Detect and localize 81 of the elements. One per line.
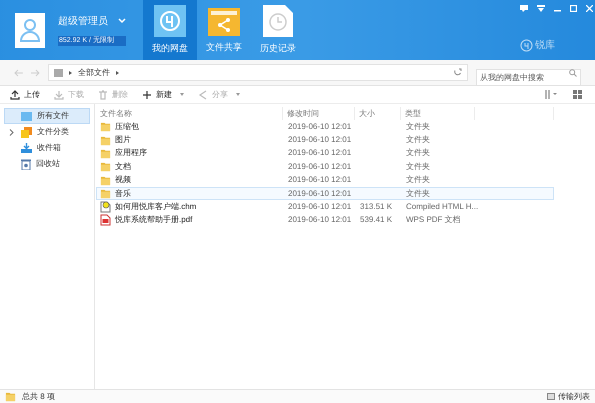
modified-time: 2019-06-10 12:01 xyxy=(287,214,352,226)
sort-icon[interactable] xyxy=(544,90,558,99)
file-name: 文档 xyxy=(115,160,131,173)
file-row[interactable]: 应用程序 2019-06-10 12:01 文件夹 xyxy=(96,146,554,160)
modified-time: 2019-06-10 12:01 xyxy=(287,188,352,200)
file-name: 视频 xyxy=(115,174,131,186)
avatar-icon xyxy=(15,12,45,48)
caret-icon xyxy=(116,70,119,74)
file-name: 图片 xyxy=(115,134,131,146)
file-row[interactable]: 视频 2019-06-10 12:01 文件夹 xyxy=(96,174,554,187)
pdf-file-icon xyxy=(100,214,111,226)
list-icon xyxy=(547,393,555,400)
caret-icon xyxy=(236,93,240,96)
download-icon xyxy=(54,90,64,100)
caret-icon xyxy=(180,93,184,96)
file-type: 文件夹 xyxy=(405,134,431,146)
transfer-list-button[interactable]: 传输列表 xyxy=(547,390,590,402)
cubes-icon xyxy=(21,126,32,138)
file-type: 文件夹 xyxy=(405,120,431,133)
modified-time: 2019-06-10 12:01 xyxy=(287,120,352,133)
modified-time: 2019-06-10 12:01 xyxy=(287,201,352,214)
trash-icon xyxy=(98,90,108,100)
maximize-icon[interactable] xyxy=(570,5,577,12)
recycle-bin-icon xyxy=(21,158,31,170)
file-name: 应用程序 xyxy=(115,147,147,160)
sidebar-item[interactable]: 收件箱 xyxy=(4,140,90,156)
file-size: 539.41 K xyxy=(360,215,392,224)
file-size: 313.51 K xyxy=(360,202,392,212)
file-type: Compiled HTML H... xyxy=(405,201,476,214)
sidebar-item[interactable]: 回收站 xyxy=(4,156,90,172)
file-name: 音乐 xyxy=(115,188,131,200)
column-header[interactable]: 大小 xyxy=(359,108,375,120)
search-field[interactable]: 从我的网盘中搜索 xyxy=(476,69,581,86)
sidebar-item[interactable]: 文件分类 xyxy=(4,124,90,140)
plus-icon xyxy=(142,90,152,100)
refresh-icon[interactable] xyxy=(452,68,462,77)
file-name: 如何用悦库客户端.chm xyxy=(115,201,196,214)
clock-document-icon xyxy=(263,4,293,37)
toolbar-button[interactable]: 上传 xyxy=(10,88,40,100)
search-icon xyxy=(568,68,577,76)
modified-time: 2019-06-10 12:01 xyxy=(287,174,352,186)
grid-view-icon[interactable] xyxy=(573,90,582,99)
file-type: 文件夹 xyxy=(405,160,431,173)
file-row[interactable]: 图片 2019-06-10 12:01 文件夹 xyxy=(96,133,554,147)
file-row[interactable]: 文档 2019-06-10 12:01 文件夹 xyxy=(96,160,554,174)
inbox-icon xyxy=(21,143,32,153)
upload-icon xyxy=(10,90,20,100)
brand-logo-icon xyxy=(520,39,533,52)
chevron-down-icon[interactable] xyxy=(118,18,126,24)
toolbar-button[interactable]: 新建 xyxy=(142,88,184,100)
breadcrumb-link[interactable]: 全部文件 xyxy=(78,66,110,78)
share-icon xyxy=(198,90,208,100)
help-file-icon xyxy=(100,201,111,214)
file-type: 文件夹 xyxy=(405,147,431,160)
column-header[interactable]: 文件名称 xyxy=(100,108,132,120)
sidebar-item[interactable]: 所有文件 xyxy=(4,108,90,124)
modified-time: 2019-06-10 12:01 xyxy=(287,147,352,160)
file-name: 压缩包 xyxy=(115,120,139,133)
message-icon[interactable] xyxy=(520,5,528,12)
file-row[interactable]: 压缩包 2019-06-10 12:01 文件夹 xyxy=(96,120,554,134)
column-header[interactable]: 类型 xyxy=(405,108,421,120)
item-count: 总共 8 项 xyxy=(22,390,55,402)
dropdown-menu-icon[interactable] xyxy=(537,5,545,12)
disk-logo-icon xyxy=(154,4,186,37)
file-row[interactable]: 如何用悦库客户端.chm 2019-06-10 12:01 313.51 K Compiled HTML H... xyxy=(96,200,554,214)
file-row[interactable]: 音乐 2019-06-10 12:01 文件夹 xyxy=(96,186,554,200)
file-type: 文件夹 xyxy=(405,174,431,186)
nav-tab[interactable]: 我的网盘 xyxy=(143,0,197,60)
chevron-right-icon[interactable] xyxy=(9,128,14,136)
file-type: WPS PDF 文档 xyxy=(405,214,462,226)
file-name: 悦库系统帮助手册.pdf xyxy=(115,214,192,226)
column-header[interactable]: 修改时间 xyxy=(287,108,319,120)
shared-folder-icon xyxy=(208,6,240,36)
modified-time: 2019-06-10 12:01 xyxy=(287,134,352,146)
username: 超级管理员 xyxy=(58,14,108,29)
modified-time: 2019-06-10 12:01 xyxy=(287,160,352,173)
caret-icon xyxy=(68,70,72,74)
file-type: 文件夹 xyxy=(405,188,431,200)
file-row[interactable]: 悦库系统帮助手册.pdf 2019-06-10 12:01 539.41 K WPS PDF 文档 xyxy=(96,214,554,228)
brand-name: 锐库 xyxy=(535,38,555,53)
close-icon[interactable] xyxy=(586,5,593,12)
